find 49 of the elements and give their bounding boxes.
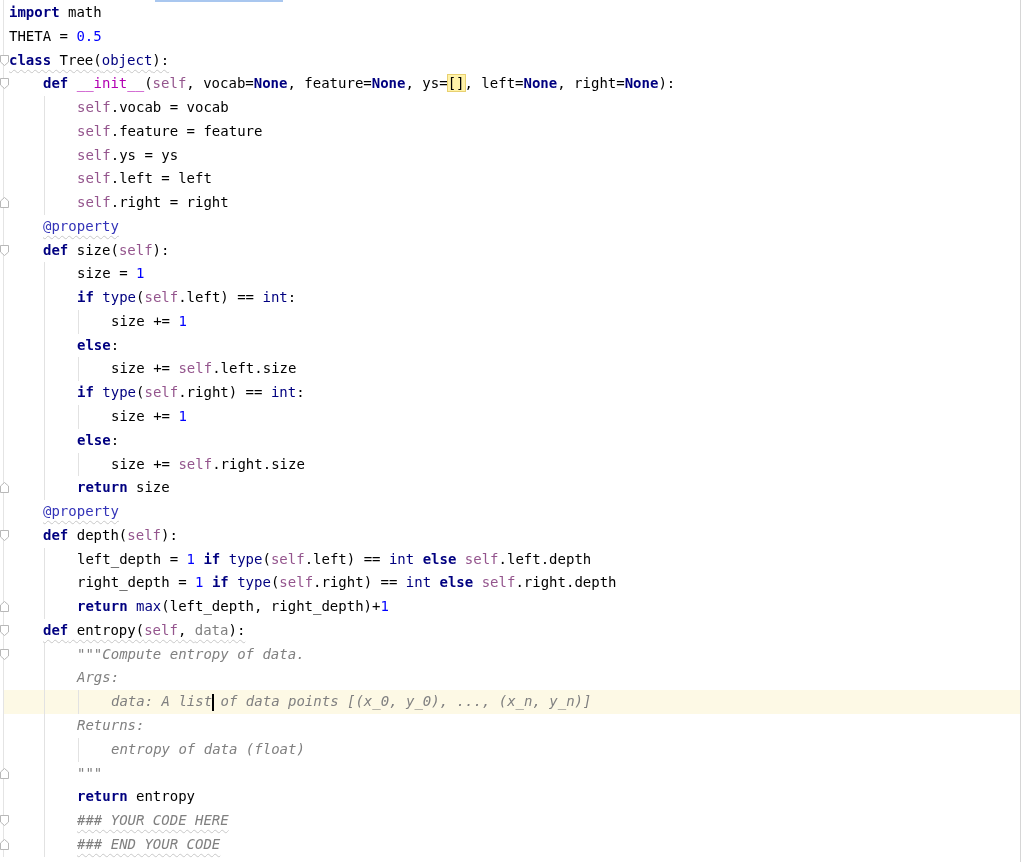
code-line: self.left = left (77, 169, 212, 189)
code-line: def __init__(self, vocab=None, feature=None, ys=[], left=None, right=None): (43, 74, 676, 94)
code-line: return max(left_depth, right_depth)+1 (77, 597, 389, 617)
code-line: """Compute entropy of data. (77, 644, 305, 664)
code-line: size += 1 (111, 311, 187, 331)
code-line: import math (9, 3, 102, 22)
code-line: right_depth = 1 if type(self.right) == int else self.right.depth (77, 573, 617, 593)
fold-end-icon[interactable] (0, 838, 9, 850)
code-line: self.feature = feature (77, 121, 263, 141)
code-line: def size(self): (43, 240, 170, 260)
code-line: entropy of data (float) (111, 739, 305, 759)
code-line: def depth(self): (43, 525, 178, 545)
code-line: size += 1 (111, 407, 187, 426)
code-line: self.right = right (77, 193, 229, 213)
code-line: size = 1 (77, 264, 145, 284)
fold-icon[interactable] (0, 529, 9, 541)
fold-icon[interactable] (0, 648, 9, 660)
code-line: ### END YOUR CODE (77, 834, 221, 854)
code-line: def entropy(self, data): (43, 620, 246, 640)
code-line: Returns: (77, 715, 145, 735)
code-line: left_depth = 1 if type(self.left) == int else self.left.depth (77, 549, 592, 570)
fold-end-icon[interactable] (0, 482, 9, 494)
code-line: return size (77, 478, 170, 498)
code-line: else: (77, 430, 120, 450)
code-line: if type(self.right) == int: (77, 383, 305, 403)
fold-icon[interactable] (0, 815, 9, 827)
code-editor[interactable] (0, 0, 1021, 862)
code-line: """ (77, 763, 103, 783)
code-line: THETA = 0.5 (9, 26, 102, 46)
code-line: ### YOUR CODE HERE (77, 811, 229, 831)
code-line: @property (43, 502, 119, 522)
fold-end-icon[interactable] (0, 767, 9, 779)
code-line: @property (43, 216, 119, 236)
code-line: data: A list of data points [(x_0, y_0), ..., (x_n, y_n)] (111, 692, 592, 713)
code-line: self.vocab = vocab (77, 98, 229, 118)
code-line: class Tree(object): (9, 50, 170, 70)
fold-end-icon[interactable] (0, 197, 9, 209)
fold-icon[interactable] (0, 624, 9, 636)
code-line: size += self.right.size (111, 454, 305, 474)
fold-icon[interactable] (0, 54, 9, 66)
fold-end-icon[interactable] (0, 601, 9, 613)
code-line: return entropy (77, 787, 195, 807)
code-line: Args: (77, 668, 120, 688)
fold-icon[interactable] (0, 78, 9, 90)
code-line: else: (77, 335, 120, 355)
fold-icon[interactable] (0, 244, 9, 256)
code-line: if type(self.left) == int: (77, 288, 297, 308)
code-line: size += self.left.size (111, 359, 297, 379)
code-line: self.ys = ys (77, 145, 179, 165)
